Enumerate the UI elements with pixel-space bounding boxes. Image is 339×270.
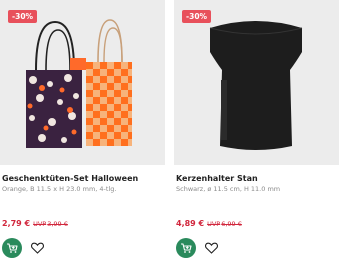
product-subtitle: Schwarz, ø 11.5 cm, H 11.0 mm [176,185,281,193]
current-price: 2,79 € [2,219,31,228]
gift-bags-image [0,0,165,165]
old-price: 6,99 € [221,220,242,228]
product-subtitle: Orange, B 11.5 x H 23.0 mm, 4-tlg. [2,185,117,193]
product-card[interactable]: -30% Geschenktüten-Set Halloween Orange,… [0,0,165,270]
product-title[interactable]: Geschenktüten-Set Halloween [2,174,138,183]
current-price: 4,89 € [176,219,205,228]
product-card[interactable]: -30% Kerzenhalter Stan Schwarz, ø 11.5 c… [174,0,339,270]
cart-plus-icon [7,243,18,253]
old-price: 3,99 € [47,220,68,228]
product-title[interactable]: Kerzenhalter Stan [176,174,258,183]
discount-badge: -30% [8,10,38,23]
uvp-label: UVP [33,220,47,228]
favorite-button[interactable] [30,241,44,255]
cart-plus-icon [181,243,192,253]
heart-icon [30,242,44,254]
discount-badge: -30% [182,10,212,23]
product-image[interactable]: -30% [174,0,339,165]
uvp-label: UVP [207,220,221,228]
add-to-cart-button[interactable] [176,238,196,258]
price-row: 2,79 € UVP3,99 € [2,211,68,230]
product-image[interactable]: -30% [0,0,165,165]
candle-holder-image [174,0,339,165]
add-to-cart-button[interactable] [2,238,22,258]
price-row: 4,89 € UVP6,99 € [176,211,242,230]
heart-icon [204,242,218,254]
favorite-button[interactable] [204,241,218,255]
